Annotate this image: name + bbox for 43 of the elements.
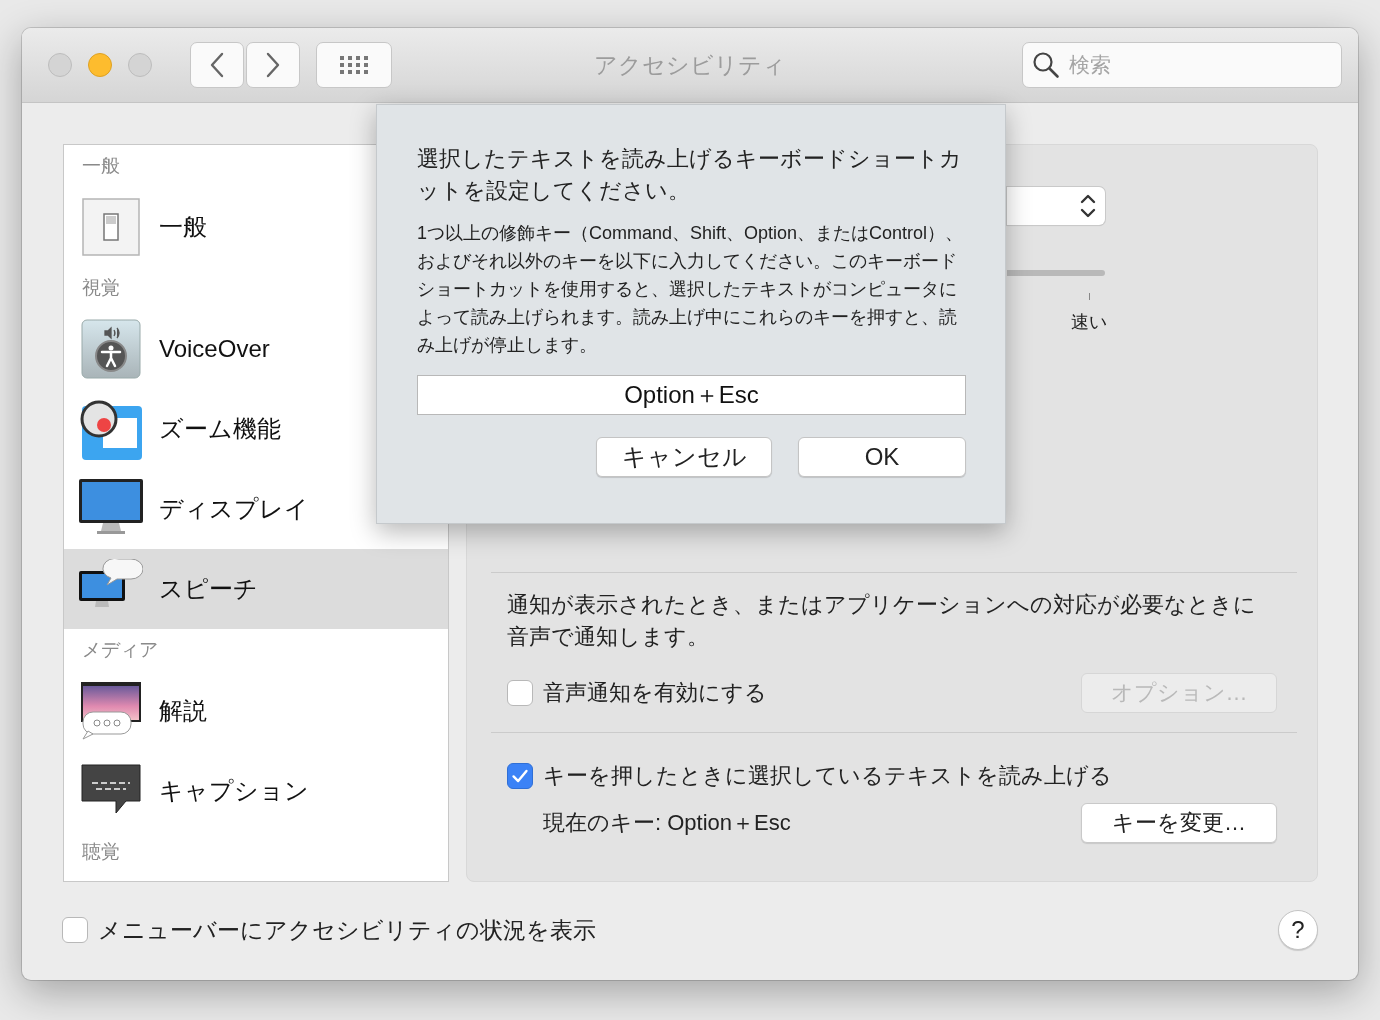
dialog-message: 1つ以上の修飾キー（Command、Shift、Option、またはControl）、およびそれ以外のキーを以下に入力してください。このキーボードショートカットを使用すると、選択したテキストがコンピュータによって読み上げられます。読み上げ中にこれらのキーを押すと、読み上げが停止します。 [417, 222, 965, 357]
switch-icon [81, 197, 141, 257]
window-title: アクセシビリティ [594, 51, 786, 78]
voice-popup[interactable] [1007, 187, 1105, 225]
help-button[interactable]: ? [1278, 910, 1318, 950]
zoom-button[interactable] [128, 53, 152, 77]
section-header: 視覚 [82, 276, 120, 300]
description-text: 通知が表示されたとき、またはアプリケーションへの対応が必要なときに音声で通知します。 [507, 591, 1257, 651]
chevron-left-icon [210, 52, 224, 78]
change-key-button[interactable]: キーを変更… [1081, 803, 1277, 843]
stepper-arrows-icon [1079, 192, 1097, 220]
checkbox-label: キーを押したときに選択しているテキストを読み上げる [543, 762, 1112, 790]
chevron-right-icon [266, 52, 280, 78]
forward-button[interactable] [246, 42, 300, 88]
grid-icon [339, 55, 369, 75]
minimize-button[interactable] [88, 53, 112, 77]
rate-slider-track[interactable] [1007, 270, 1105, 276]
sidebar-item[interactable]: 解説 [64, 671, 448, 751]
dialog-title: 選択したテキストを読み上げるキーボードショートカットを設定してください。 [417, 145, 963, 205]
section-header: メディア [82, 638, 158, 662]
sidebar-item[interactable]: スピーチ [64, 549, 448, 629]
checkbox-label: メニューバーにアクセシビリティの状況を表示 [98, 915, 596, 945]
accessibility-icon [81, 319, 141, 379]
sidebar-item[interactable]: キャプション [64, 751, 448, 831]
screen-speech-bubble-icon [80, 681, 142, 741]
slider-label: 速い [1071, 311, 1107, 334]
search-icon [1032, 51, 1060, 79]
checkbox[interactable] [62, 917, 88, 943]
ok-button[interactable]: OK [798, 437, 966, 477]
back-button[interactable] [190, 42, 244, 88]
section-header: 聴覚 [82, 840, 120, 864]
show-all-button[interactable] [316, 42, 392, 88]
sidebar-item[interactable]: ディスプレイ [64, 469, 448, 549]
current-key-text: 現在のキー: Option＋Esc [543, 809, 791, 837]
checkbox[interactable] [507, 680, 533, 706]
magnifier-window-icon [80, 398, 142, 460]
section-header: 一般 [82, 154, 120, 178]
shortcut-field[interactable]: Option＋Esc [417, 375, 966, 415]
close-button[interactable] [48, 53, 72, 77]
checkbox-label: 音声通知を有効にする [543, 679, 767, 707]
checkbox[interactable] [507, 763, 533, 789]
cancel-button[interactable]: キャンセル [596, 437, 772, 477]
search-field[interactable]: 検索 [1022, 42, 1342, 88]
